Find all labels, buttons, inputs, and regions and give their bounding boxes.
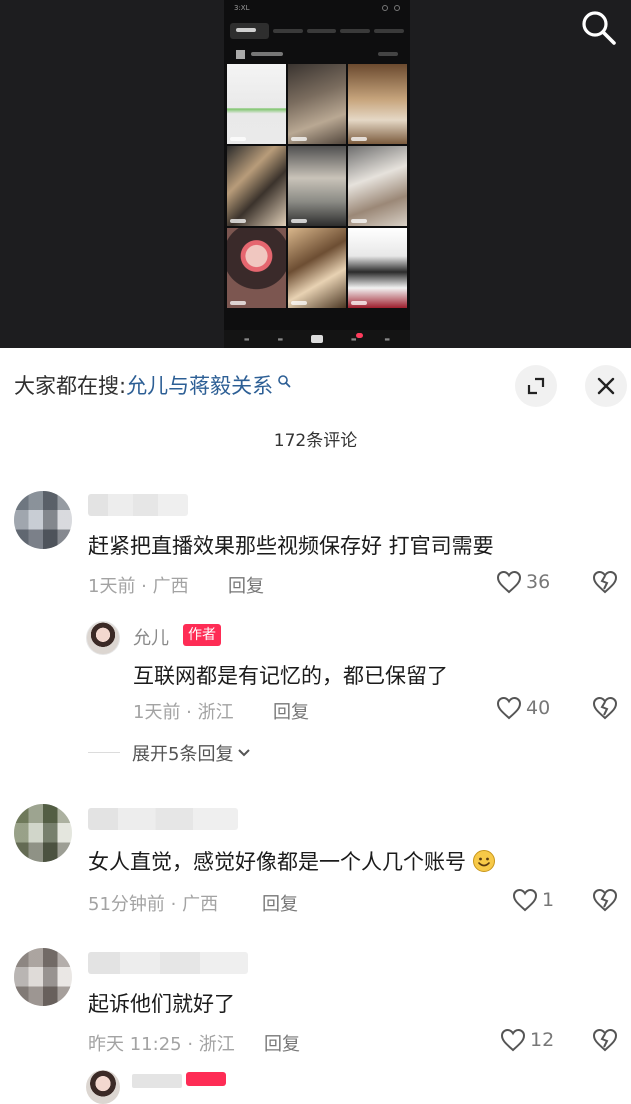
phone-nav-item: ▬ xyxy=(384,335,391,343)
chevron-down-icon xyxy=(238,749,251,757)
comment-timestamp-location: 51分钟前 · 广西 xyxy=(88,894,219,915)
broken-heart-icon xyxy=(592,888,618,912)
phone-tab-works xyxy=(230,23,269,39)
username-redacted xyxy=(88,952,248,974)
hot-search-prefix: 大家都在搜: xyxy=(14,374,127,398)
phone-time: 3:XL xyxy=(234,4,250,12)
reply-username-peek xyxy=(132,1074,182,1088)
comment-item: 赶紧把直播效果那些视频保存好 打官司需要 1天前 · 广西 回复 36 允儿 作… xyxy=(0,488,631,788)
comment-text: 起诉他们就好了 xyxy=(88,992,235,1016)
phone-nav-item: ▬ xyxy=(243,335,250,343)
broken-heart-icon xyxy=(592,696,618,720)
like-count: 12 xyxy=(530,1029,555,1051)
broken-heart-icon xyxy=(592,570,618,594)
expand-replies-label: 展开5条回复 xyxy=(132,744,234,765)
username-redacted xyxy=(88,808,238,830)
phone-nav-item: ▬ xyxy=(350,332,362,343)
author-badge-peek xyxy=(186,1072,226,1086)
like-button[interactable]: 1 xyxy=(512,888,554,912)
video-frame-phone-screenshot: 3:XL ▬ ▬ ▬ ▬ xyxy=(224,0,410,348)
expand-button[interactable] xyxy=(515,365,557,407)
video-thumbnail xyxy=(287,228,347,308)
comment-text: 女人直觉，感觉好像都是一个人几个账号 xyxy=(88,846,496,876)
comment-timestamp-location: 昨天 11:25 · 浙江 xyxy=(88,1034,235,1055)
video-thumbnail xyxy=(227,228,286,308)
dislike-button[interactable] xyxy=(592,570,618,598)
dislike-button[interactable] xyxy=(592,888,618,916)
phone-tab xyxy=(340,29,371,33)
video-thumbnail xyxy=(348,146,407,226)
expand-replies-button[interactable]: 展开5条回复 xyxy=(132,740,251,766)
heart-icon xyxy=(496,570,522,594)
broken-heart-icon xyxy=(592,1028,618,1052)
video-thumbnail xyxy=(348,228,407,308)
avatar[interactable] xyxy=(14,804,72,862)
comment-item: 女人直觉，感觉好像都是一个人几个账号 51分钟前 · 广西 回复 1 xyxy=(0,804,631,924)
comments-panel: 大家都在搜: 允儿与蒋毅关系 172条评论 赶紧把直播效果那些视频保存好 打官司… xyxy=(0,348,631,1104)
username-redacted xyxy=(88,494,188,516)
search-icon xyxy=(278,375,291,388)
close-icon xyxy=(597,377,615,395)
author-avatar[interactable] xyxy=(86,1070,120,1104)
phone-nav-item: ▬ xyxy=(277,335,284,343)
reply-username[interactable]: 允儿 xyxy=(133,624,169,650)
phone-tab xyxy=(374,29,404,33)
comment-timestamp-location: 1天前 · 广西 xyxy=(88,576,189,597)
phone-status-bar: 3:XL xyxy=(224,0,410,16)
divider xyxy=(88,752,120,753)
phone-tab xyxy=(272,29,303,33)
video-thumbnail xyxy=(287,146,347,226)
video-thumbnail xyxy=(227,64,286,144)
comment-count-title: 172条评论 xyxy=(273,431,358,451)
reply-text: 互联网都是有记忆的，都已保留了 xyxy=(133,664,448,688)
hot-search-term-link[interactable]: 允儿与蒋毅关系 xyxy=(126,370,273,400)
phone-bottom-nav: ▬ ▬ ▬ ▬ xyxy=(224,330,410,348)
like-count: 36 xyxy=(526,571,551,593)
author-avatar[interactable] xyxy=(86,621,120,655)
phone-tab xyxy=(306,29,337,33)
hot-search-bar[interactable]: 大家都在搜: 允儿与蒋毅关系 xyxy=(14,370,291,400)
like-count: 40 xyxy=(526,697,551,719)
like-count: 1 xyxy=(542,889,555,911)
heart-icon xyxy=(512,888,538,912)
expand-icon xyxy=(527,377,545,395)
reply-button[interactable]: 回复 xyxy=(228,572,264,598)
close-button[interactable] xyxy=(585,365,627,407)
search-icon xyxy=(582,11,616,45)
search-button[interactable] xyxy=(579,8,619,48)
video-player[interactable]: 3:XL ▬ ▬ ▬ ▬ xyxy=(0,0,631,348)
reply-button[interactable]: 回复 xyxy=(273,698,309,724)
phone-tab-bar xyxy=(224,16,410,46)
video-thumbnail xyxy=(287,64,347,144)
heart-icon xyxy=(496,696,522,720)
author-badge: 作者 xyxy=(183,624,221,646)
video-thumbnail xyxy=(348,64,407,144)
phone-status-icons xyxy=(382,5,400,11)
reply-timestamp-location: 1天前 · 浙江 xyxy=(133,702,234,723)
comment-text: 赶紧把直播效果那些视频保存好 打官司需要 xyxy=(88,534,494,558)
like-button[interactable]: 36 xyxy=(496,570,550,594)
video-thumbnail-grid xyxy=(227,64,407,330)
phone-profile-row xyxy=(224,46,410,62)
phone-nav-plus xyxy=(310,335,323,343)
smile-emoji-icon xyxy=(473,850,495,872)
reply-button[interactable]: 回复 xyxy=(262,890,298,916)
comment-item: 起诉他们就好了 昨天 11:25 · 浙江 回复 12 xyxy=(0,948,631,1068)
avatar[interactable] xyxy=(14,948,72,1006)
reply-button[interactable]: 回复 xyxy=(264,1030,300,1056)
video-thumbnail xyxy=(227,146,286,226)
avatar[interactable] xyxy=(14,491,72,549)
like-button[interactable]: 12 xyxy=(500,1028,554,1052)
dislike-button[interactable] xyxy=(592,1028,618,1056)
like-button[interactable]: 40 xyxy=(496,696,550,720)
dislike-button[interactable] xyxy=(592,696,618,724)
heart-icon xyxy=(500,1028,526,1052)
